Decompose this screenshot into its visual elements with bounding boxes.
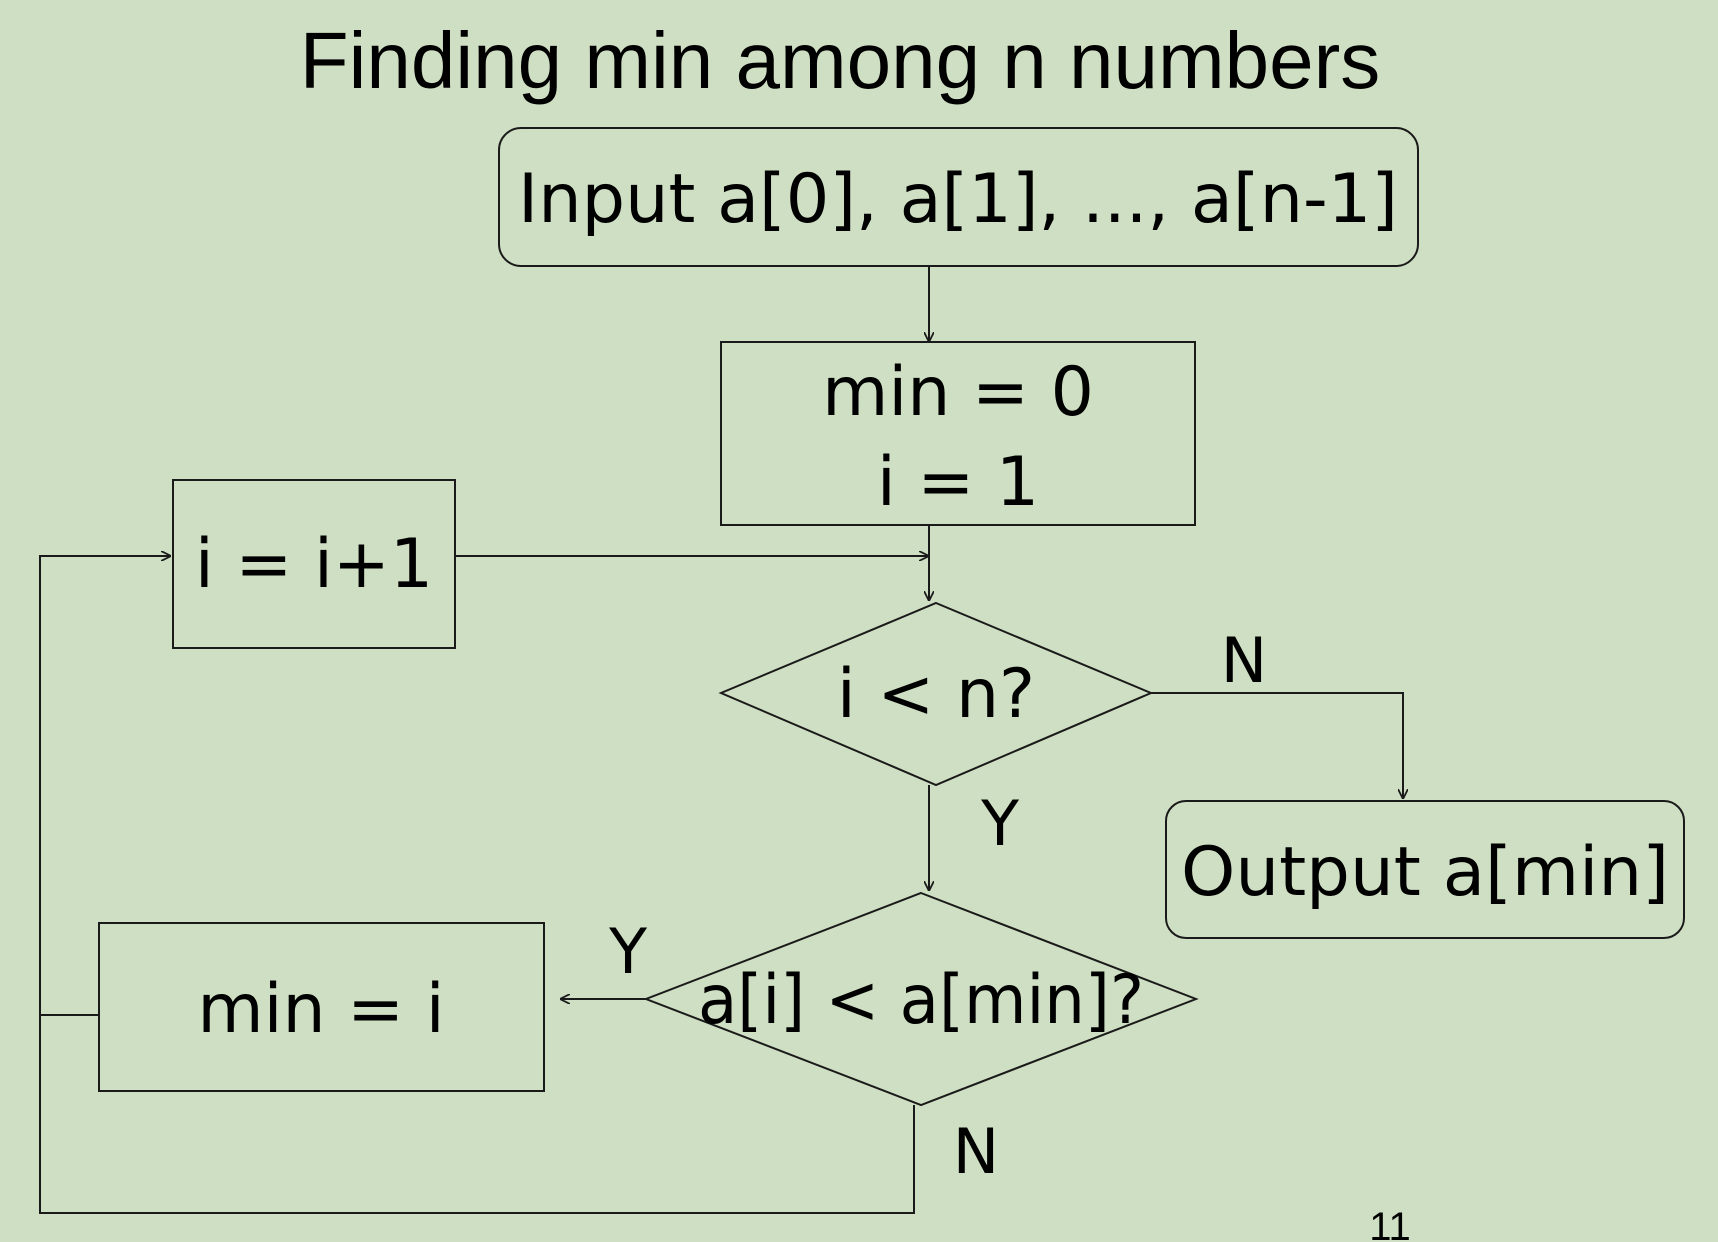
label-loop-no: N	[1221, 624, 1267, 697]
compare-condition-text: a[i] < a[min]?	[698, 961, 1144, 1040]
init-min-text: min = 0	[822, 353, 1094, 432]
output-node: Output a[min]	[1165, 800, 1685, 939]
edge-condition-no-to-output	[1151, 692, 1403, 799]
compare-condition-node: a[i] < a[min]?	[643, 891, 1199, 1107]
output-text: Output a[min]	[1181, 833, 1669, 912]
label-loop-yes: Y	[980, 787, 1019, 860]
slide: Finding min among n numbers Input a[0], …	[0, 0, 1718, 1242]
init-i-text: i = 1	[877, 443, 1039, 522]
input-node: Input a[0], a[1], ..., a[n-1]	[498, 127, 1419, 267]
assign-min-node: min = i	[98, 922, 545, 1092]
page-number: 11	[1369, 1205, 1411, 1242]
edge-compare-no-to-increment	[39, 1015, 915, 1214]
increment-node: i = i+1	[172, 479, 456, 649]
page-title: Finding min among n numbers	[300, 16, 1381, 105]
assign-min-text: min = i	[197, 970, 444, 1049]
increment-text: i = i+1	[195, 525, 433, 604]
label-compare-no: N	[953, 1115, 999, 1188]
edge-assign-to-increment	[39, 556, 171, 1016]
input-text: Input a[0], a[1], ..., a[n-1]	[518, 160, 1398, 239]
loop-condition-text: i < n?	[837, 655, 1035, 734]
flowchart: Finding min among n numbers Input a[0], …	[39, 16, 1685, 1242]
init-node: min = 0 i = 1	[720, 341, 1196, 526]
label-compare-yes: Y	[608, 915, 647, 988]
loop-condition-node: i < n?	[718, 601, 1154, 787]
